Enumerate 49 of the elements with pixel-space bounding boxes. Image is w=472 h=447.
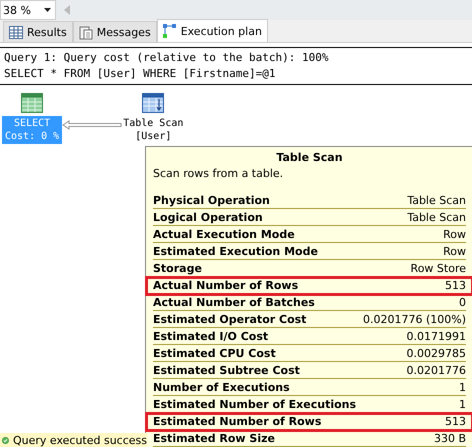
- arrow: [62, 120, 122, 130]
- tab[interactable]: Messages: [72, 21, 157, 42]
- property-name: Number of Executions: [153, 380, 290, 395]
- tab[interactable]: Execution plan: [156, 19, 268, 42]
- property-name: Storage: [153, 261, 202, 276]
- result-grid-icon: [21, 93, 44, 113]
- property-value: Row Store: [410, 261, 466, 276]
- scroll-left-icon[interactable]: [64, 5, 70, 15]
- grid-icon: [9, 26, 23, 38]
- property-value: 1: [459, 380, 466, 395]
- query-text: Query 1: Query cost (relative to the batch): 100%: [4, 50, 330, 66]
- table-scan-icon: [142, 93, 164, 113]
- property-name: Actual Number of Rows: [153, 278, 298, 293]
- node-label[interactable]: Table Scan [User]: [120, 116, 186, 144]
- property-value: 330 B: [434, 431, 466, 446]
- status-text: Query executed success: [12, 434, 147, 446]
- property-name: Estimated Number of Rows: [153, 414, 322, 429]
- property-name: Estimated CPU Cost: [153, 346, 276, 361]
- property-value: 513: [445, 278, 466, 293]
- query-text: SELECT * FROM [User] WHERE [Firstname]=@1: [4, 66, 277, 82]
- property-value: 0.0201776: [406, 363, 466, 378]
- property-value: 0: [459, 295, 466, 310]
- property-value: 0.0201776 (100%): [362, 312, 466, 327]
- property-name: Actual Number of Batches: [153, 295, 315, 310]
- tab[interactable]: Results: [3, 21, 73, 42]
- caret-icon: [44, 8, 51, 12]
- property-name: Estimated Operator Cost: [153, 312, 306, 327]
- property-name: Estimated Row Size: [153, 431, 275, 446]
- property-name: Estimated Subtree Cost: [153, 363, 300, 378]
- property-value: 513: [445, 414, 466, 429]
- property-name: Estimated Execution Mode: [153, 244, 318, 259]
- property-value: Table Scan: [407, 193, 466, 208]
- document-icon: [79, 26, 92, 39]
- property-name: Actual Execution Mode: [153, 227, 295, 242]
- success-icon: [2, 436, 9, 444]
- property-value: Row: [443, 227, 466, 242]
- property-name: Physical Operation: [153, 193, 270, 208]
- property-value: 1: [459, 397, 466, 412]
- property-value: 0.0029785: [406, 346, 466, 361]
- tooltip-description: Scan rows from a table.: [153, 167, 284, 180]
- plan-icon: [162, 24, 176, 38]
- property-name: Logical Operation: [153, 210, 263, 225]
- zoom-dropdown[interactable]: 38 %: [0, 0, 56, 20]
- tooltip-title: Table Scan: [275, 151, 344, 164]
- property-value: 0.0171991: [406, 329, 466, 344]
- property-value: Row: [443, 244, 466, 259]
- property-value: Table Scan: [407, 210, 466, 225]
- property-name: Estimated Number of Executions: [153, 397, 356, 412]
- property-name: Estimated I/O Cost: [153, 329, 268, 344]
